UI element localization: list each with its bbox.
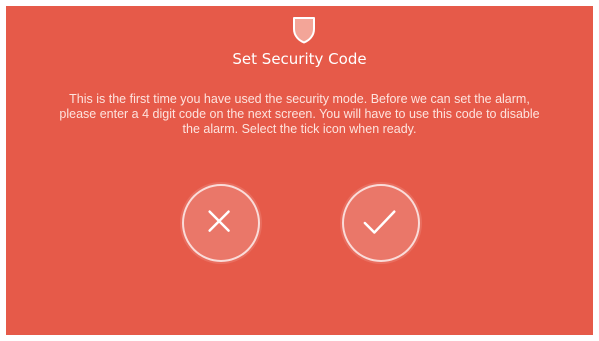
confirm-button[interactable] [342,184,420,262]
security-code-screen: Set Security Code This is the first time… [6,6,593,335]
instruction-text: This is the first time you have used the… [59,92,540,136]
cancel-button[interactable] [182,184,260,262]
page-title: Set Security Code [232,50,367,68]
shield-icon [292,16,316,44]
cross-icon [208,210,230,232]
tick-icon [363,210,396,234]
